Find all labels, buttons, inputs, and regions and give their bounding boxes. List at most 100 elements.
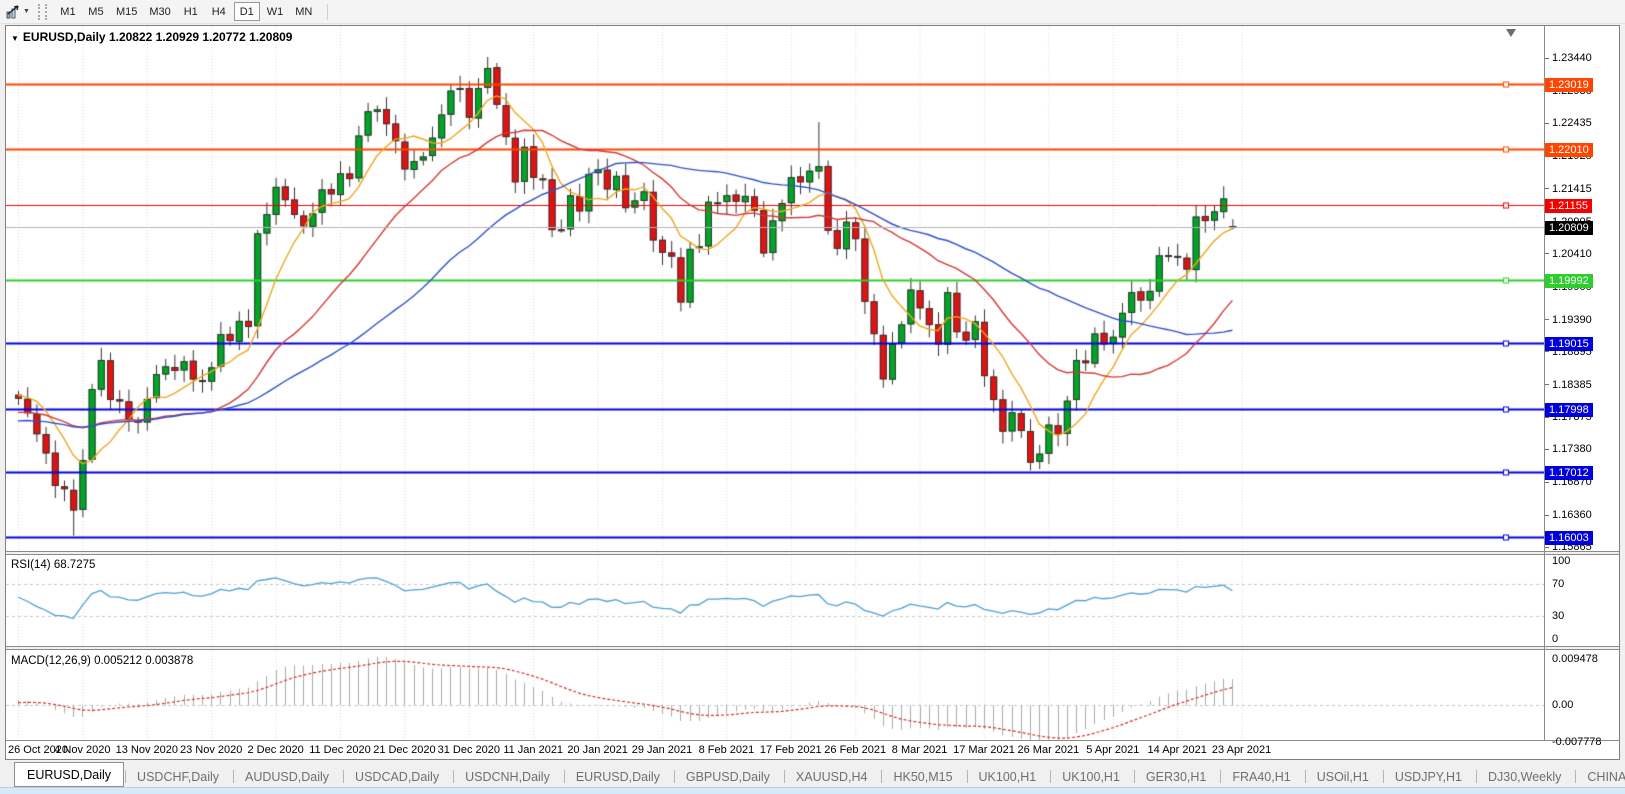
price-axis-label: 1.19390 <box>1545 314 1592 326</box>
macd-panel-canvas[interactable] <box>6 650 1544 740</box>
macd-axis-label: -0.007778 <box>1552 736 1602 748</box>
price-axis-label: 1.22435 <box>1545 117 1592 129</box>
date-axis-label: 26 Feb 2021 <box>824 744 887 756</box>
tick-dash <box>1545 449 1549 451</box>
price-axis-label: 1.21415 <box>1545 183 1592 195</box>
date-axis-label: 20 Jan 2021 <box>567 744 628 756</box>
chart-tab[interactable]: CHINA300,H1 <box>1574 765 1625 787</box>
price-level-badge: 1.19992 <box>1545 273 1593 288</box>
chart-tab[interactable]: FRA40,H1 <box>1219 765 1303 787</box>
price-level-badge: 1.17012 <box>1545 466 1593 481</box>
chart-tab[interactable]: USDJPY,H1 <box>1382 765 1475 787</box>
chart-tab[interactable]: XAUUSD,H4 <box>783 765 881 787</box>
date-axis-label: 23 Apr 2021 <box>1211 744 1272 756</box>
chart-tab[interactable]: HK50,M15 <box>880 765 965 787</box>
date-axis-label: 11 Dec 2020 <box>309 744 371 756</box>
tick-dash <box>1545 253 1549 255</box>
price-axis-label: 1.16360 <box>1545 509 1592 521</box>
timeframe-button[interactable]: W1 <box>262 2 289 21</box>
chart-tab[interactable]: USDCHF,Daily <box>124 765 232 787</box>
price-axis-label: 1.17380 <box>1545 443 1592 455</box>
timeframe-button[interactable]: MN <box>290 2 317 21</box>
tick-dash <box>1545 57 1549 59</box>
macd-axis-label: 0.009478 <box>1552 653 1598 665</box>
chart-ohlc-values: 1.20822 1.20929 1.20772 1.20809 <box>108 30 293 44</box>
price-level-badge: 1.17998 <box>1545 402 1593 417</box>
tick-dash <box>1545 384 1549 386</box>
tick-dash <box>1545 188 1549 190</box>
rsi-axis-label: 0 <box>1552 633 1559 645</box>
price-axis-label: 1.20410 <box>1545 248 1592 260</box>
chart-tab[interactable]: USDCAD,Daily <box>342 765 452 787</box>
date-axis-label: 21 Dec 2020 <box>373 744 436 756</box>
chart-title-arrow-icon: ▼ <box>11 34 19 43</box>
toolbar-separator <box>327 3 329 20</box>
date-axis-label: 14 Apr 2021 <box>1147 744 1207 756</box>
date-axis-label: 29 Jan 2021 <box>631 744 693 756</box>
date-axis[interactable]: 26 Oct 2020 4 Nov 2020 13 Nov 2020 23 Nov 2… <box>6 741 1544 760</box>
date-axis-label: 5 Apr 2021 <box>1086 744 1140 756</box>
macd-axis-label: 0.00 <box>1552 698 1574 711</box>
date-axis-label: 11 Jan 2021 <box>503 744 564 756</box>
date-axis-label: 23 Nov 2020 <box>179 744 243 756</box>
chart-tab[interactable]: USDCNH,Daily <box>452 765 563 787</box>
chart-tab[interactable]: UK100,H1 <box>1049 765 1133 787</box>
mt4-app: ▼ M1 M5 M15 M30 H1 H4 D1 W1 MN ▼ EURUSD,Daily 1.2… <box>0 0 1625 794</box>
date-axis-label: 4 Nov 2020 <box>54 744 111 756</box>
chart-tab[interactable]: EURUSD,Daily <box>563 765 673 787</box>
timeframe-button[interactable]: M1 <box>55 2 81 21</box>
chart-tab[interactable]: EURUSD,Daily <box>14 762 125 787</box>
price-level-badge: 1.22010 <box>1545 143 1593 158</box>
rsi-indicator-label: RSI(14) 68.7275 <box>11 559 96 571</box>
chart-tab[interactable]: DJ30,Weekly <box>1475 765 1574 787</box>
price-level-badge: 1.19015 <box>1545 336 1593 351</box>
date-axis-label: 8 Feb 2021 <box>698 744 755 756</box>
chart-title: ▼ EURUSD,Daily 1.20822 1.20929 1.20772 1.… <box>11 30 292 44</box>
chart-symbol-label: EURUSD,Daily <box>22 30 106 44</box>
timeframe-button[interactable]: H1 <box>178 2 204 21</box>
timeframe-button[interactable]: M15 <box>111 2 142 21</box>
chart-shift-marker-icon[interactable] <box>1506 29 1516 37</box>
timeframe-button[interactable]: H4 <box>206 2 232 21</box>
chart-cursor-tool-icon[interactable] <box>3 3 23 21</box>
price-axis-label: 1.18385 <box>1545 379 1592 391</box>
toolbar-dropdown-arrow-icon[interactable]: ▼ <box>23 8 30 15</box>
rsi-panel-canvas[interactable] <box>6 555 1544 646</box>
date-axis-label: 17 Mar 2021 <box>953 744 1015 756</box>
timeframe-button[interactable]: M30 <box>144 2 175 21</box>
price-chart-canvas[interactable] <box>6 26 1544 550</box>
chart-tab[interactable]: GBPUSD,Daily <box>673 765 783 787</box>
current-price-badge: 1.20809 <box>1545 220 1593 235</box>
tick-dash <box>1545 482 1549 484</box>
date-axis-label: 8 Mar 2021 <box>891 744 948 756</box>
timeframe-buttons: M1 M5 M15 M30 H1 H4 D1 W1 MN <box>55 2 317 21</box>
tick-dash <box>1545 122 1549 124</box>
tick-dash <box>1545 546 1549 548</box>
chart-tab-bar: EURUSD,Daily USDCHF,Daily AUDUSD,Daily USDC… <box>0 762 1625 787</box>
date-axis-label: 13 Nov 2020 <box>115 744 178 756</box>
date-axis-label: 26 Mar 2021 <box>1017 744 1080 756</box>
tick-dash <box>1545 417 1549 419</box>
date-axis-label: 2 Dec 2020 <box>247 744 304 756</box>
rsi-axis-label: 100 <box>1552 555 1571 567</box>
chart-tab[interactable]: GER30,H1 <box>1133 765 1219 787</box>
rsi-axis-label: 30 <box>1552 609 1565 622</box>
chart-tab[interactable]: AUDUSD,Daily <box>232 765 342 787</box>
chart-window: ▼ EURUSD,Daily 1.20822 1.20929 1.20772 1.… <box>5 25 1620 760</box>
status-strip <box>0 787 1625 794</box>
price-axis[interactable]: 1.234401.229301.224351.219251.214151.209… <box>1545 26 1621 748</box>
price-axis-label: 1.23440 <box>1545 52 1592 64</box>
toolbar-grip <box>37 3 47 20</box>
tick-dash <box>1545 514 1549 516</box>
date-axis-label: 17 Feb 2021 <box>759 744 822 756</box>
chart-tab[interactable]: USOil,H1 <box>1304 765 1382 787</box>
rsi-axis-label: 70 <box>1552 578 1565 591</box>
timeframe-button[interactable]: D1 <box>233 2 260 21</box>
timeframe-button[interactable]: M5 <box>83 2 109 21</box>
chart-tab[interactable]: UK100,H1 <box>966 765 1050 787</box>
top-toolbar: ▼ M1 M5 M15 M30 H1 H4 D1 W1 MN <box>0 0 1625 24</box>
price-level-badge: 1.16003 <box>1545 531 1593 546</box>
tick-dash <box>1545 319 1549 321</box>
chart-tabs: EURUSD,Daily USDCHF,Daily AUDUSD,Daily USDC… <box>0 762 1625 787</box>
price-level-badge: 1.21155 <box>1545 198 1592 213</box>
